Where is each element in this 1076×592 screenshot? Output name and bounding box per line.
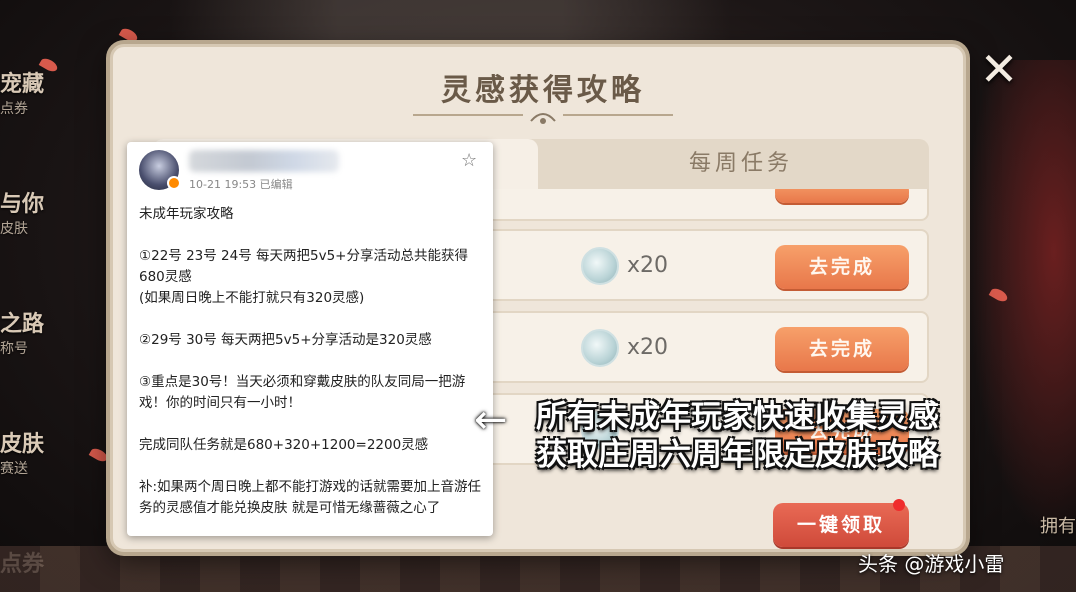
watermark: 头条 @游戏小雷 bbox=[858, 552, 1005, 576]
background-left-menu: 宠藏 点券 与你 皮肤 之路 称号 皮肤 赛送 点券 bbox=[0, 50, 60, 592]
inspiration-icon bbox=[581, 247, 619, 285]
overlay-caption: 所有未成年玩家快速收集灵感 获取庄周六周年限定皮肤攻略 bbox=[536, 398, 1036, 474]
verified-badge-icon bbox=[167, 176, 181, 190]
title-ornament-icon bbox=[413, 113, 673, 124]
left-menu-title: 皮肤 bbox=[0, 432, 45, 457]
go-complete-button[interactable]: 去完成 bbox=[775, 245, 909, 289]
left-menu-subtitle: 称号 bbox=[0, 341, 28, 357]
post-body: 未成年玩家攻略 ①22号 23号 24号 每天两把5v5+分享活动总共能获得68… bbox=[139, 204, 485, 519]
left-menu-subtitle: 赛送 bbox=[0, 461, 28, 477]
social-post-card: 10-21 19:53 已编辑 ☆ 未成年玩家攻略 ①22号 23号 24号 每… bbox=[127, 142, 493, 536]
post-line: 未成年玩家攻略 bbox=[139, 206, 234, 222]
left-menu-title: 与你 bbox=[0, 192, 45, 217]
post-line: ②29号 30号 每天两把5v5+分享活动是320灵感 bbox=[139, 332, 432, 348]
post-line: (如果周日晚上不能打就只有320灵感) bbox=[139, 290, 365, 306]
favorite-star-icon[interactable]: ☆ bbox=[461, 150, 477, 171]
post-line: ③重点是30号！当天必须和穿戴皮肤的队友同局一把游戏！你的时间只有一小时！ bbox=[139, 374, 466, 411]
petal-decoration bbox=[88, 446, 110, 464]
inspiration-icon bbox=[581, 329, 619, 367]
close-icon[interactable]: ✕ bbox=[976, 46, 1022, 92]
post-line: 完成同队任务就是680+320+1200=2200灵感 bbox=[139, 437, 429, 453]
post-line: ①22号 23号 24号 每天两把5v5+分享活动总共能获得680灵感 bbox=[139, 248, 468, 285]
left-menu-item[interactable]: 与你 皮肤 bbox=[0, 186, 60, 238]
go-complete-button[interactable] bbox=[775, 189, 909, 203]
left-menu-subtitle: 点券 bbox=[0, 101, 28, 117]
caption-line: 所有未成年玩家快速收集灵感 bbox=[536, 399, 939, 435]
notification-dot bbox=[893, 499, 905, 511]
petal-decoration bbox=[118, 26, 140, 44]
left-menu-item[interactable]: 皮肤 赛送 bbox=[0, 426, 60, 478]
background-right-label: 拥有 bbox=[1040, 516, 1076, 537]
left-menu-title: 之路 bbox=[0, 312, 45, 337]
dialog-title: 灵感获得攻略 bbox=[441, 73, 645, 108]
arrow-left-icon: ← bbox=[474, 397, 508, 443]
post-timestamp: 10-21 19:53 已编辑 bbox=[189, 178, 293, 191]
go-complete-button[interactable]: 去完成 bbox=[775, 327, 909, 371]
blurred-username bbox=[189, 150, 339, 172]
tab-weekly[interactable]: 每周任务 bbox=[553, 139, 929, 189]
caption-line: 获取庄周六周年限定皮肤攻略 bbox=[536, 437, 939, 473]
reward-count: x20 bbox=[627, 335, 669, 360]
background-banner bbox=[170, 0, 730, 40]
post-line: 补:如果两个周日晚上都不能打游戏的话就需要加上音游任务的灵感值才能兑换皮肤 就是… bbox=[139, 479, 482, 516]
left-menu-title: 宠藏 bbox=[0, 72, 45, 97]
left-menu-item[interactable]: 宠藏 点券 bbox=[0, 66, 60, 118]
left-menu-subtitle: 皮肤 bbox=[0, 221, 28, 237]
left-menu-item[interactable]: 之路 称号 bbox=[0, 306, 60, 358]
claim-all-button[interactable]: 一键领取 bbox=[773, 503, 909, 547]
reward-count: x20 bbox=[627, 253, 669, 278]
